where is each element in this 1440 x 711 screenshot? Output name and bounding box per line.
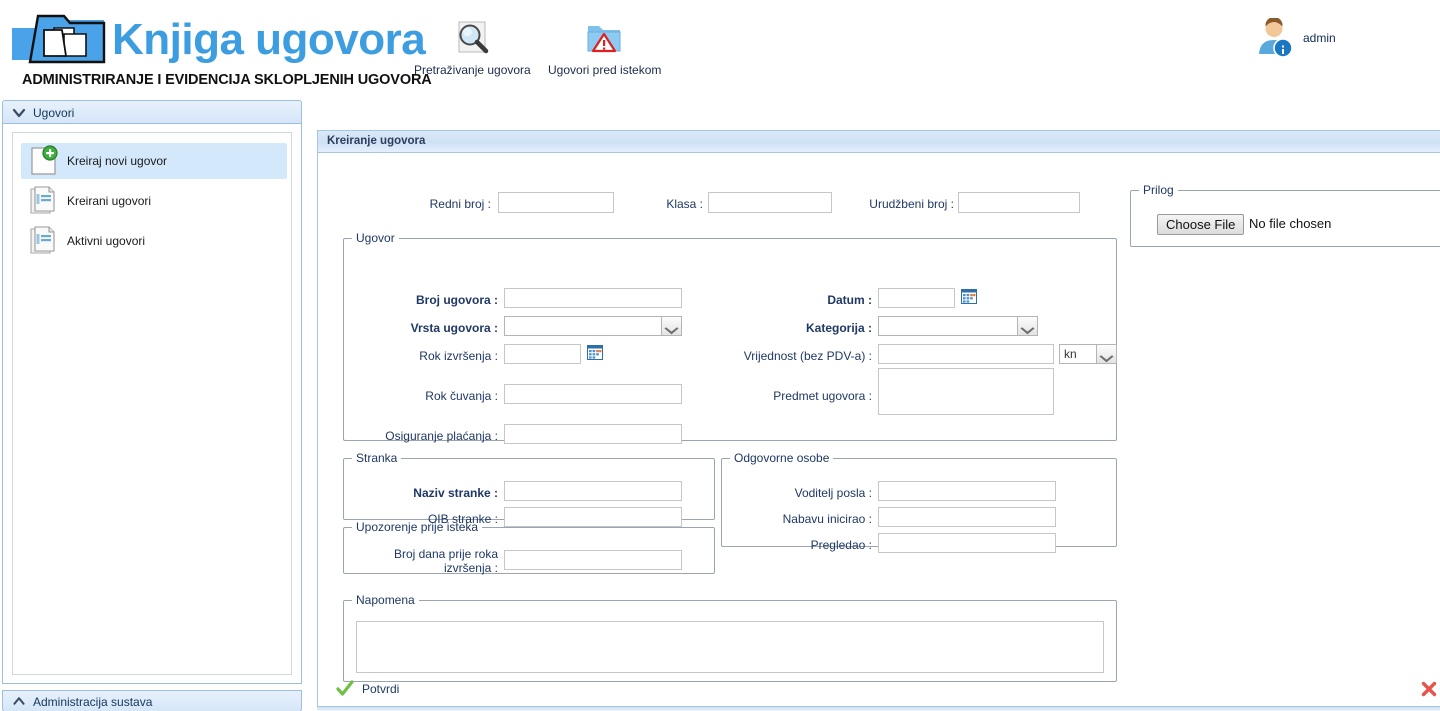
input-datum[interactable] (878, 288, 955, 308)
sidebar-section-administracija-header[interactable]: Administracija sustava (2, 690, 302, 711)
app-logo: Knjiga ugovora ADMINISTRIRANJE I EVIDENC… (8, 8, 432, 88)
select-kategorija[interactable] (878, 316, 1038, 336)
label-pregledao: Pregledao : (810, 538, 872, 552)
label-rok-izvrsenja: Rok izvršenja : (419, 349, 498, 363)
magnifier-search-icon (458, 21, 489, 54)
document-add-icon (31, 145, 58, 175)
chevron-down-icon (1096, 345, 1116, 363)
input-osiguranje-placanja[interactable] (504, 424, 682, 444)
documents-stack-icon (30, 186, 55, 214)
sidebar-item-label: Kreiraj novi ugovor (67, 154, 168, 168)
sidebar-section-ugovori-header[interactable]: Ugovori (2, 100, 302, 124)
sidebar-section-label: Administracija sustava (33, 695, 153, 709)
label-line2: izvršenja : (443, 561, 498, 575)
sidebar-item-label: Kreirani ugovori (67, 194, 152, 208)
potvrdi-button[interactable]: Potvrdi (336, 680, 399, 698)
fieldset-upozorenje-prije-isteka: Upozorenje prije isteka Broj dana prije … (343, 520, 715, 575)
panel-body: Redni broj : Klasa : Urudžbeni broj : Pr… (318, 153, 1440, 709)
user-name-label: admin (1303, 31, 1336, 45)
application-root: Knjiga ugovora ADMINISTRIRANJE I EVIDENC… (0, 0, 1440, 711)
fieldset-stranka: Stranka Naziv stranke : OIB stranke : (343, 451, 715, 527)
sidebar-item-kreiraj-novi-ugovor[interactable]: Kreiraj novi ugovor (21, 143, 287, 179)
legend-odgovorne-osobe: Odgovorne osobe (734, 451, 830, 465)
input-voditelj-posla[interactable] (878, 481, 1056, 501)
label-vrsta-ugovora: Vrsta ugovora : (410, 321, 498, 335)
sidebar-item-aktivni-ugovori[interactable]: Aktivni ugovori (29, 223, 287, 259)
legend-napomena: Napomena (356, 593, 415, 607)
legend-stranka: Stranka (356, 451, 398, 465)
legend-prilog: Prilog (1143, 183, 1174, 197)
label-klasa: Klasa : (666, 197, 703, 211)
input-vrijednost[interactable] (878, 344, 1054, 364)
input-broj-ugovora[interactable] (504, 288, 682, 308)
toolbar-item-label: Ugovori pred istekom (548, 63, 662, 77)
documents-stack-icon (30, 226, 55, 254)
input-urudzbeni-broj[interactable] (958, 192, 1080, 213)
app-header: Knjiga ugovora ADMINISTRIRANJE I EVIDENC… (0, 0, 1440, 95)
label-osiguranje-placanja: Osiguranje plaćanja : (385, 429, 498, 443)
label-vrijednost: Vrijednost (bez PDV-a) : (743, 349, 872, 363)
textarea-napomena[interactable] (356, 621, 1104, 673)
chevron-down-icon (661, 317, 681, 335)
main-panel: Kreiranje ugovora Redni broj : Klasa : U… (317, 130, 1440, 709)
logo-title: Knjiga ugovora (112, 15, 426, 64)
toolbar-item-label: Pretraživanje ugovora (414, 63, 531, 77)
panel-title: Kreiranje ugovora (318, 131, 1440, 153)
select-vrsta-ugovora[interactable] (504, 316, 682, 336)
textarea-predmet-ugovora[interactable] (878, 368, 1054, 415)
logo-subtitle: ADMINISTRIRANJE I EVIDENCIJA SKLOPLJENIH… (22, 72, 432, 88)
legend-ugovor: Ugovor (356, 231, 395, 245)
folder-warning-icon (587, 26, 621, 53)
sidebar-section-body: Kreiraj novi ugovor Kreirani ugovori Akt… (2, 124, 302, 684)
chevron-up-icon (13, 697, 25, 705)
chevron-down-icon (1017, 317, 1037, 335)
user-info-avatar-icon (1259, 17, 1293, 58)
label-nabavu-inicirao: Nabavu inicirao : (782, 512, 872, 526)
input-nabavu-inicirao[interactable] (878, 507, 1056, 527)
fieldset-ugovor: Ugovor Broj ugovora : Vrsta ugovora : Ro… (343, 231, 1117, 444)
sidebar-section-label: Ugovori (33, 106, 75, 120)
chevron-down-icon (12, 108, 26, 118)
file-status-label: No file chosen (1249, 216, 1332, 231)
label-line1: Broj dana prije roka (393, 547, 498, 561)
input-broj-dana-prije-roka[interactable] (504, 550, 682, 570)
input-klasa[interactable] (708, 192, 832, 213)
select-valuta-value: kn (1064, 347, 1077, 361)
label-voditelj-posla: Voditelj posla : (794, 486, 872, 500)
user-account[interactable]: admin (1253, 17, 1336, 60)
toolbar-item-ugovori-pred-istekom[interactable]: Ugovori pred istekom (548, 18, 662, 77)
red-x-icon[interactable] (1421, 681, 1437, 697)
choose-file-button[interactable]: Choose File (1157, 214, 1245, 235)
potvrdi-label: Potvrdi (362, 682, 400, 696)
sidebar-item-kreirani-ugovori[interactable]: Kreirani ugovori (29, 183, 287, 219)
label-predmet-ugovora: Predmet ugovora : (773, 389, 872, 403)
fieldset-prilog: Prilog Choose File No file chosen (1130, 183, 1440, 247)
input-rok-izvrsenja[interactable] (504, 344, 581, 364)
input-pregledao[interactable] (878, 533, 1056, 553)
input-rok-cuvanja[interactable] (504, 384, 682, 404)
label-redni-broj: Redni broj : (429, 197, 491, 211)
calendar-picker-icon[interactable] (961, 289, 977, 304)
label-urudzbeni-broj: Urudžbeni broj : (869, 197, 954, 211)
label-kategorija: Kategorija : (805, 321, 872, 335)
input-redni-broj[interactable] (498, 192, 614, 213)
toolbar-item-pretrazivanje-ugovora[interactable]: Pretraživanje ugovora (414, 18, 531, 77)
label-rok-cuvanja: Rok čuvanja : (425, 389, 498, 403)
fieldset-napomena: Napomena (343, 593, 1117, 682)
calendar-picker-icon[interactable] (587, 345, 603, 360)
sidebar-nav-list: Kreiraj novi ugovor Kreirani ugovori Akt… (12, 132, 292, 675)
label-naziv-stranke: Naziv stranke : (413, 486, 498, 500)
label-broj-dana-prije-roka: Broj dana prije roka izvršenja : (364, 547, 498, 575)
green-check-icon (336, 680, 354, 696)
select-valuta[interactable]: kn (1059, 344, 1117, 364)
label-datum: Datum : (827, 293, 872, 307)
panel-footer-strip (317, 706, 1440, 711)
input-naziv-stranke[interactable] (504, 481, 682, 501)
legend-upozorenje-prije-isteka: Upozorenje prije isteka (356, 520, 479, 534)
fieldset-odgovorne-osobe: Odgovorne osobe Voditelj posla : Nabavu … (721, 451, 1117, 553)
folder-documents-icon (12, 14, 106, 64)
sidebar-item-label: Aktivni ugovori (67, 234, 146, 248)
label-broj-ugovora: Broj ugovora : (415, 293, 498, 307)
sidebar: Ugovori Kreiraj novi ugovor Kreirani ugo… (2, 100, 302, 711)
